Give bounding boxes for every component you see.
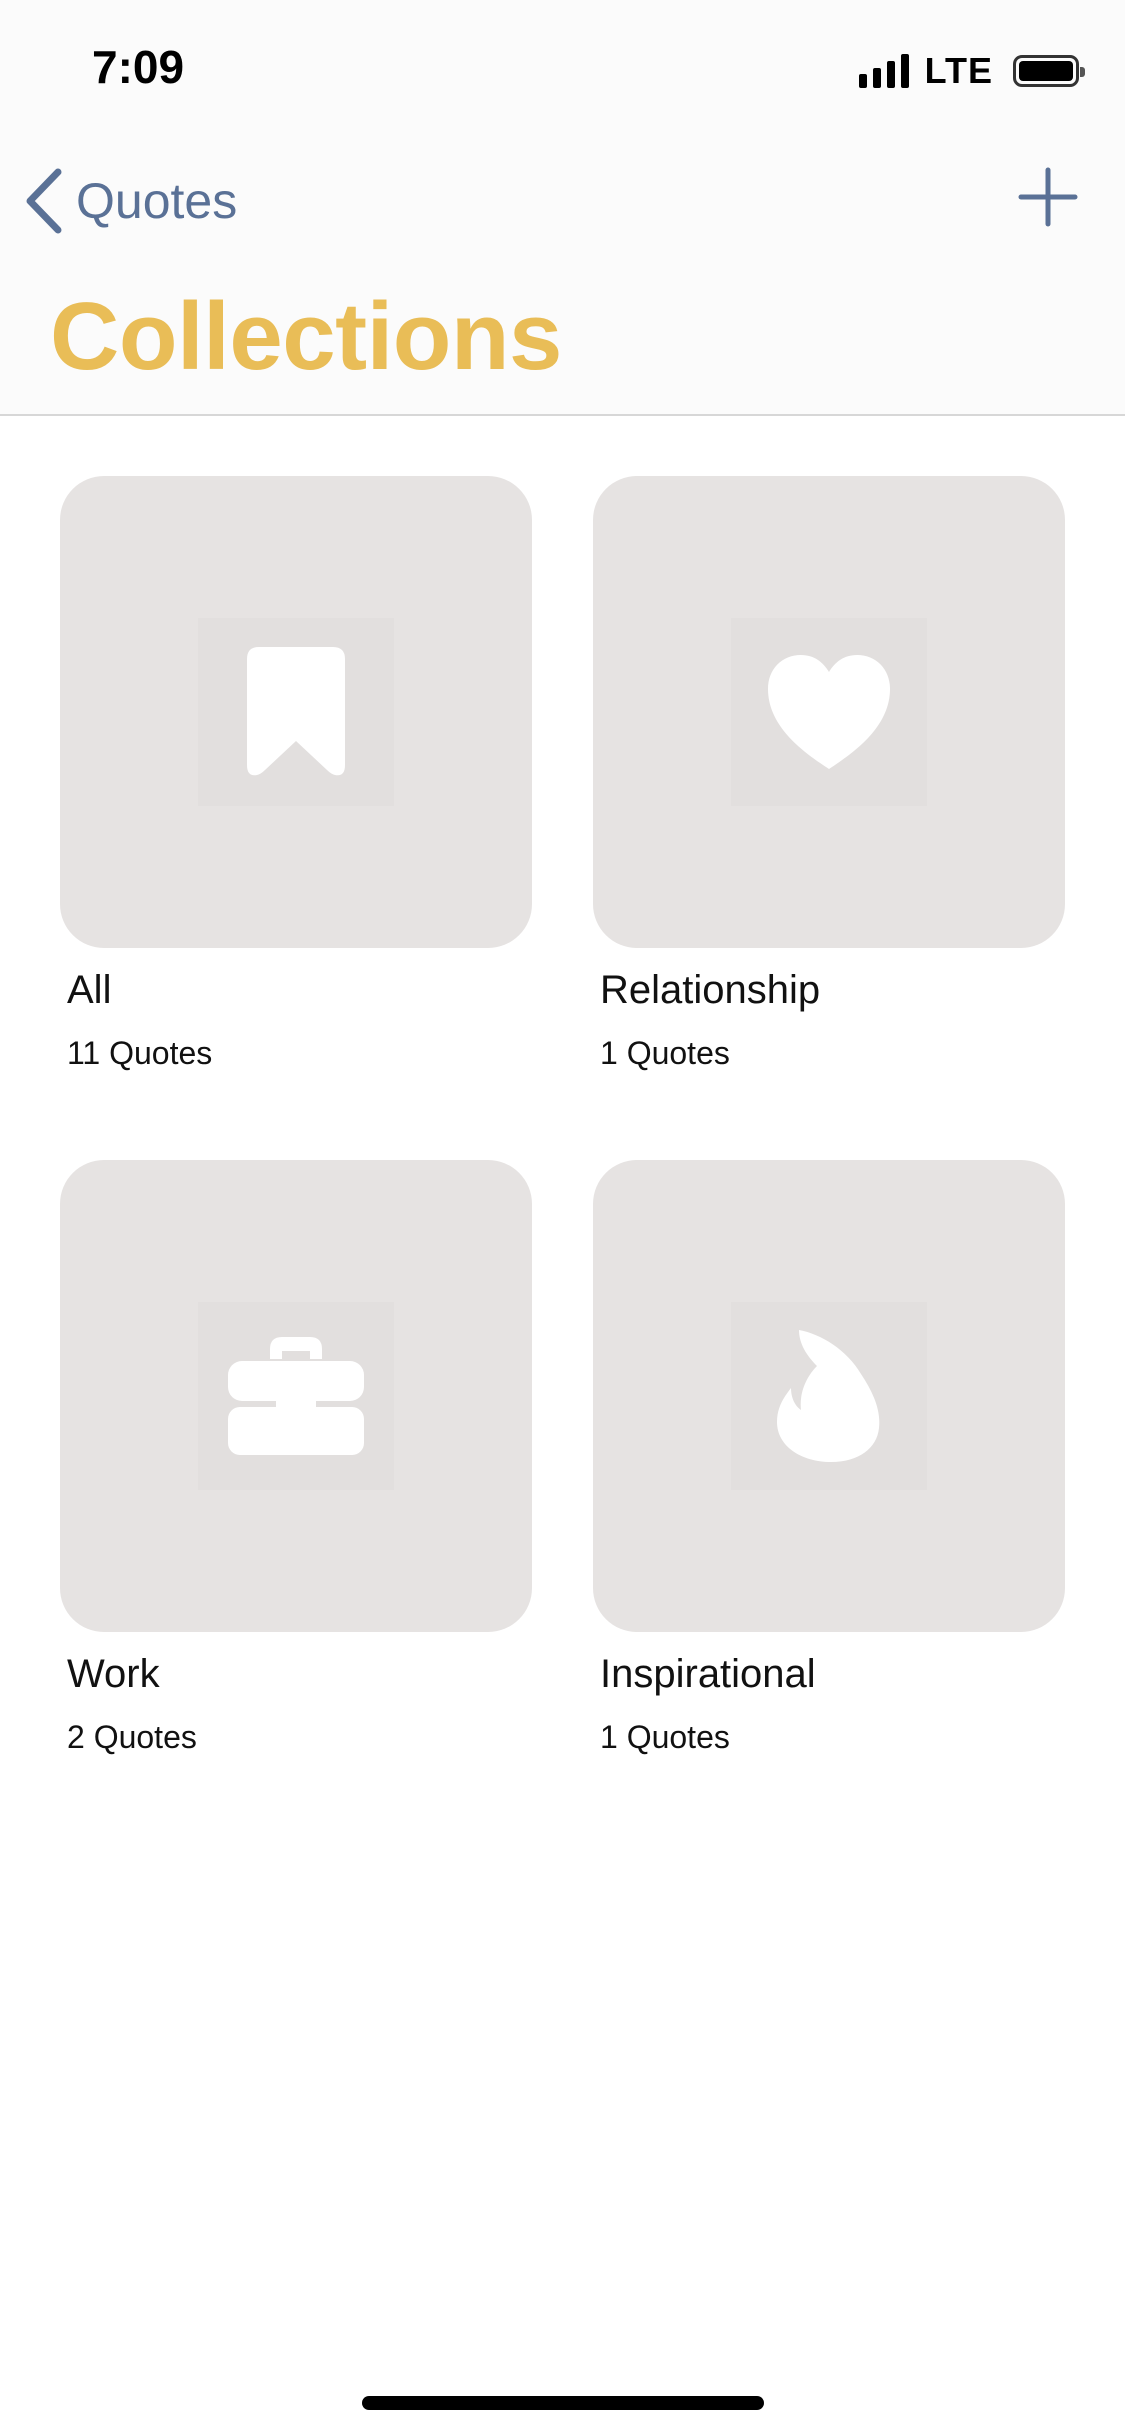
collection-card-relationship[interactable]: Relationship 1 Quotes	[593, 476, 1065, 1160]
back-button-label: Quotes	[76, 173, 238, 229]
collection-count: 1 Quotes	[600, 1035, 730, 1071]
navigation-bar: Quotes Collections	[0, 132, 1125, 416]
chevron-left-icon	[26, 168, 62, 234]
collections-grid: All 11 Quotes Relationship 1 Quotes Work…	[60, 476, 1065, 1844]
back-button[interactable]: Quotes	[24, 168, 237, 234]
collection-name: All	[67, 968, 112, 1012]
status-indicators: LTE	[858, 50, 1085, 92]
network-type: LTE	[924, 50, 993, 91]
collection-count: 2 Quotes	[67, 1719, 197, 1755]
collection-card-work[interactable]: Work 2 Quotes	[60, 1160, 532, 1844]
collection-name: Work	[67, 1652, 160, 1696]
status-bar: 7:09 LTE	[0, 0, 1125, 132]
collection-thumbnail	[60, 1160, 532, 1632]
cellular-signal-icon	[858, 54, 909, 88]
heart-icon	[731, 618, 927, 806]
collection-name: Relationship	[600, 968, 821, 1012]
home-indicator[interactable]	[362, 2396, 764, 2410]
collection-count: 1 Quotes	[600, 1719, 730, 1755]
page-title: Collections	[50, 283, 562, 390]
collection-name: Inspirational	[600, 1652, 816, 1696]
battery-icon	[1013, 55, 1085, 87]
collection-card-inspirational[interactable]: Inspirational 1 Quotes	[593, 1160, 1065, 1844]
add-collection-button[interactable]	[1015, 164, 1081, 230]
bookmark-icon	[198, 618, 394, 806]
collection-thumbnail	[593, 1160, 1065, 1632]
status-time: 7:09	[92, 41, 185, 93]
collection-card-all[interactable]: All 11 Quotes	[60, 476, 532, 1160]
collection-count: 11 Quotes	[67, 1035, 213, 1071]
collection-thumbnail	[593, 476, 1065, 948]
flame-icon	[731, 1302, 927, 1490]
plus-icon	[1018, 167, 1078, 227]
toolbox-icon	[198, 1302, 394, 1490]
collection-thumbnail	[60, 476, 532, 948]
